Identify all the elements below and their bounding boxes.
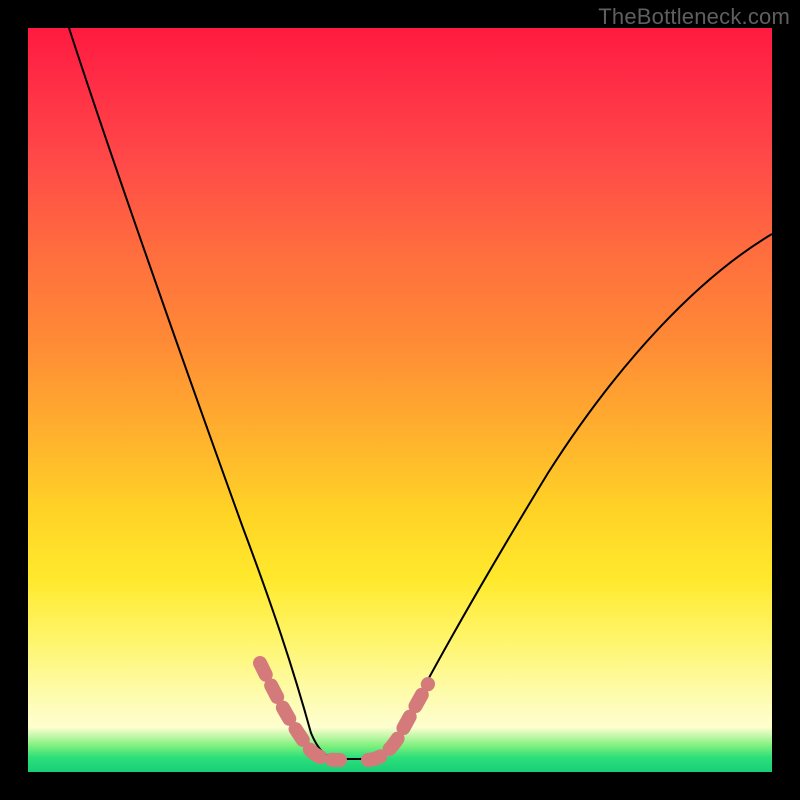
chart-frame: TheBottleneck.com: [0, 0, 800, 800]
marker-right: [368, 684, 428, 760]
plot-area: [28, 28, 772, 772]
marker-left: [260, 663, 340, 760]
bottleneck-curve: [69, 28, 772, 759]
curve-layer: [28, 28, 772, 772]
watermark-text: TheBottleneck.com: [598, 4, 790, 30]
